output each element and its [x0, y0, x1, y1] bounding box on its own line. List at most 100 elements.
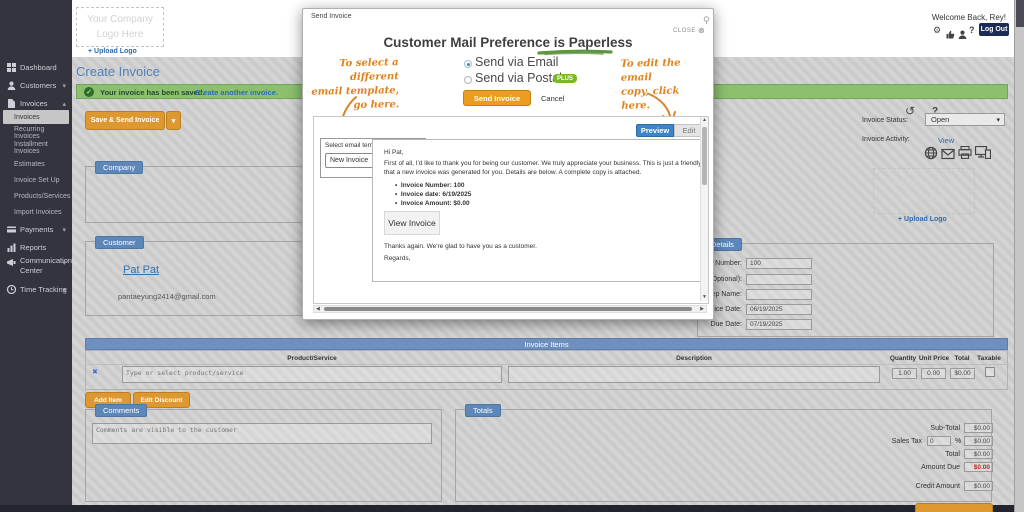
page-scrollbar[interactable]: [1014, 0, 1024, 512]
bottom-strip: [0, 505, 1024, 512]
bottom-save-send-button[interactable]: [915, 503, 993, 512]
column-taxable: Taxable: [974, 355, 1004, 362]
close-button[interactable]: CLOSE ⊗: [673, 26, 705, 35]
quantity-input[interactable]: [892, 368, 917, 379]
sidebar-item-label: Customers: [20, 81, 56, 90]
sidebar-item-payments[interactable]: Payments ▾: [0, 222, 72, 237]
modal-send-invoice-button[interactable]: Send Invoice: [463, 90, 531, 106]
total-label: Total: [840, 451, 960, 458]
sidebar-item-label: Invoices: [20, 99, 48, 108]
plus-badge: PLUS: [553, 74, 577, 83]
description-input[interactable]: [508, 366, 880, 383]
save-send-dropdown-button[interactable]: ▾: [166, 111, 181, 130]
sidebar-item-label: Reports: [20, 243, 46, 252]
page-scrollbar-thumb[interactable]: [1016, 0, 1024, 27]
invoice-number-field[interactable]: [746, 258, 812, 269]
sidebar-subitem-installment-invoices[interactable]: Installment Invoices: [3, 141, 69, 155]
chevron-up-icon: ▴: [62, 100, 66, 108]
print-icon[interactable]: [958, 146, 972, 164]
taxable-checkbox[interactable]: [985, 367, 995, 377]
modal-heading: Customer Mail Preference is Paperless: [303, 35, 713, 50]
check-icon: ✓: [84, 87, 94, 97]
upload-logo-link[interactable]: + Upload Logo: [88, 48, 137, 55]
undo-icon[interactable]: ↺: [905, 104, 915, 118]
send-via-email-radio[interactable]: [464, 60, 472, 68]
editor-vertical-scrollbar[interactable]: ▲ ▼: [700, 117, 708, 301]
user-icon[interactable]: [958, 26, 967, 44]
due-date-field[interactable]: [746, 319, 812, 330]
sub-total-label: Sub-Total: [840, 425, 960, 432]
subitem-label: Products/Services: [14, 193, 70, 200]
percent-sign: %: [955, 438, 961, 445]
preview-tab[interactable]: Preview: [636, 124, 674, 137]
sidebar-subitem-recurring-invoices[interactable]: Recurring Invoices: [3, 126, 69, 140]
send-via-postal-label[interactable]: Send via Postal: [475, 71, 562, 85]
cancel-link[interactable]: Cancel: [541, 94, 564, 103]
line-total-field[interactable]: [950, 368, 975, 379]
product-service-input[interactable]: [122, 366, 502, 383]
sidebar-subitem-estimates[interactable]: Estimates: [3, 157, 69, 171]
chevron-down-icon: ▾: [62, 286, 66, 294]
total-value: $0.00: [964, 449, 993, 459]
subitem-label: Recurring Invoices: [14, 126, 69, 140]
help-icon[interactable]: ?: [969, 25, 975, 35]
invoice-activity-view-link[interactable]: View: [938, 136, 954, 145]
sales-rep-field[interactable]: [746, 289, 812, 300]
sidebar-item-dashboard[interactable]: Dashboard: [0, 60, 72, 75]
send-invoice-modal: Send Invoice CLOSE ⊗ Customer Mail Prefe…: [302, 8, 714, 320]
email-bullet-2: • Invoice date: 6/19/2025: [395, 191, 471, 198]
logo-placeholder-text: Logo Here: [874, 191, 974, 206]
sidebar-item-time-tracking[interactable]: Time Tracking ▾: [0, 282, 72, 297]
send-via-postal-radio[interactable]: [464, 76, 472, 84]
logout-button[interactable]: Log Out: [979, 23, 1009, 36]
company-logo-placeholder: Your Company Logo Here: [76, 7, 164, 47]
close-icon: ⊗: [698, 26, 705, 35]
upload-logo-link-right[interactable]: + Upload Logo: [898, 216, 947, 223]
scroll-right-icon[interactable]: ▶: [700, 307, 704, 312]
unit-price-input[interactable]: [921, 368, 946, 379]
invoice-status-select[interactable]: Open ▾: [925, 113, 1005, 126]
sidebar-item-customers[interactable]: Customers ▾: [0, 78, 72, 93]
view-invoice-button[interactable]: View Invoice: [384, 211, 440, 235]
sidebar-subitem-products-services[interactable]: Products/Services: [3, 189, 69, 203]
logo-placeholder-text: Your Company: [874, 176, 974, 191]
sales-tax-label: Sales Tax: [800, 438, 922, 445]
sidebar-subitem-invoice-set-up[interactable]: Invoice Set Up: [3, 173, 69, 187]
success-message: Your invoice has been saved.: [100, 88, 204, 97]
invoice-date-field[interactable]: [746, 304, 812, 315]
modal-horizontal-scrollbar[interactable]: ◀ ▶: [313, 305, 707, 313]
credit-amount-label: Credit Amount: [840, 483, 960, 490]
send-via-email-label[interactable]: Send via Email: [475, 55, 558, 69]
sales-tax-rate-input[interactable]: [927, 436, 951, 446]
scroll-left-icon[interactable]: ◀: [316, 307, 320, 312]
chevron-down-icon: ▾: [62, 226, 66, 234]
logo-placeholder-text: Your Company: [77, 12, 163, 27]
sidebar-item-invoices[interactable]: Invoices ▴: [0, 96, 72, 111]
po-number-field[interactable]: [746, 274, 812, 285]
globe-icon[interactable]: [924, 146, 938, 165]
sidebar-subitem-invoices[interactable]: Invoices: [3, 110, 69, 124]
email-icon[interactable]: [941, 147, 955, 165]
save-send-invoice-button[interactable]: Save & Send Invoice: [85, 111, 165, 130]
customer-name-link[interactable]: Pat Pat: [123, 264, 159, 276]
editor-vertical-thumb[interactable]: [702, 127, 707, 185]
sidebar-item-label: Time Tracking: [20, 285, 67, 294]
comments-input[interactable]: [92, 423, 432, 444]
create-another-invoice-link[interactable]: Create another invoice.: [195, 88, 278, 97]
gear-icon[interactable]: ⚙: [933, 25, 941, 36]
invoice-items-header-bar: Invoice Items: [85, 338, 1008, 350]
chevron-down-icon: ▾: [996, 116, 1000, 124]
remove-row-icon[interactable]: ✖: [92, 368, 98, 376]
sidebar-subitem-import-invoices[interactable]: Import Invoices: [3, 205, 69, 219]
subitem-label: Installment Invoices: [14, 141, 69, 155]
sidebar-item-communication-center[interactable]: Communication Center ▾: [0, 254, 72, 276]
email-editor-container: Select email template to send: New Invoi…: [313, 116, 709, 304]
modal-horizontal-thumb[interactable]: [324, 307, 692, 311]
column-quantity: Quantity: [886, 355, 920, 362]
scroll-up-icon[interactable]: ▲: [702, 118, 707, 123]
subitem-label: Import Invoices: [14, 209, 61, 216]
devices-icon[interactable]: [975, 146, 991, 164]
scroll-down-icon[interactable]: ▼: [702, 295, 707, 300]
thumbs-up-icon[interactable]: [946, 26, 955, 44]
sidebar-item-reports[interactable]: Reports: [0, 240, 72, 255]
